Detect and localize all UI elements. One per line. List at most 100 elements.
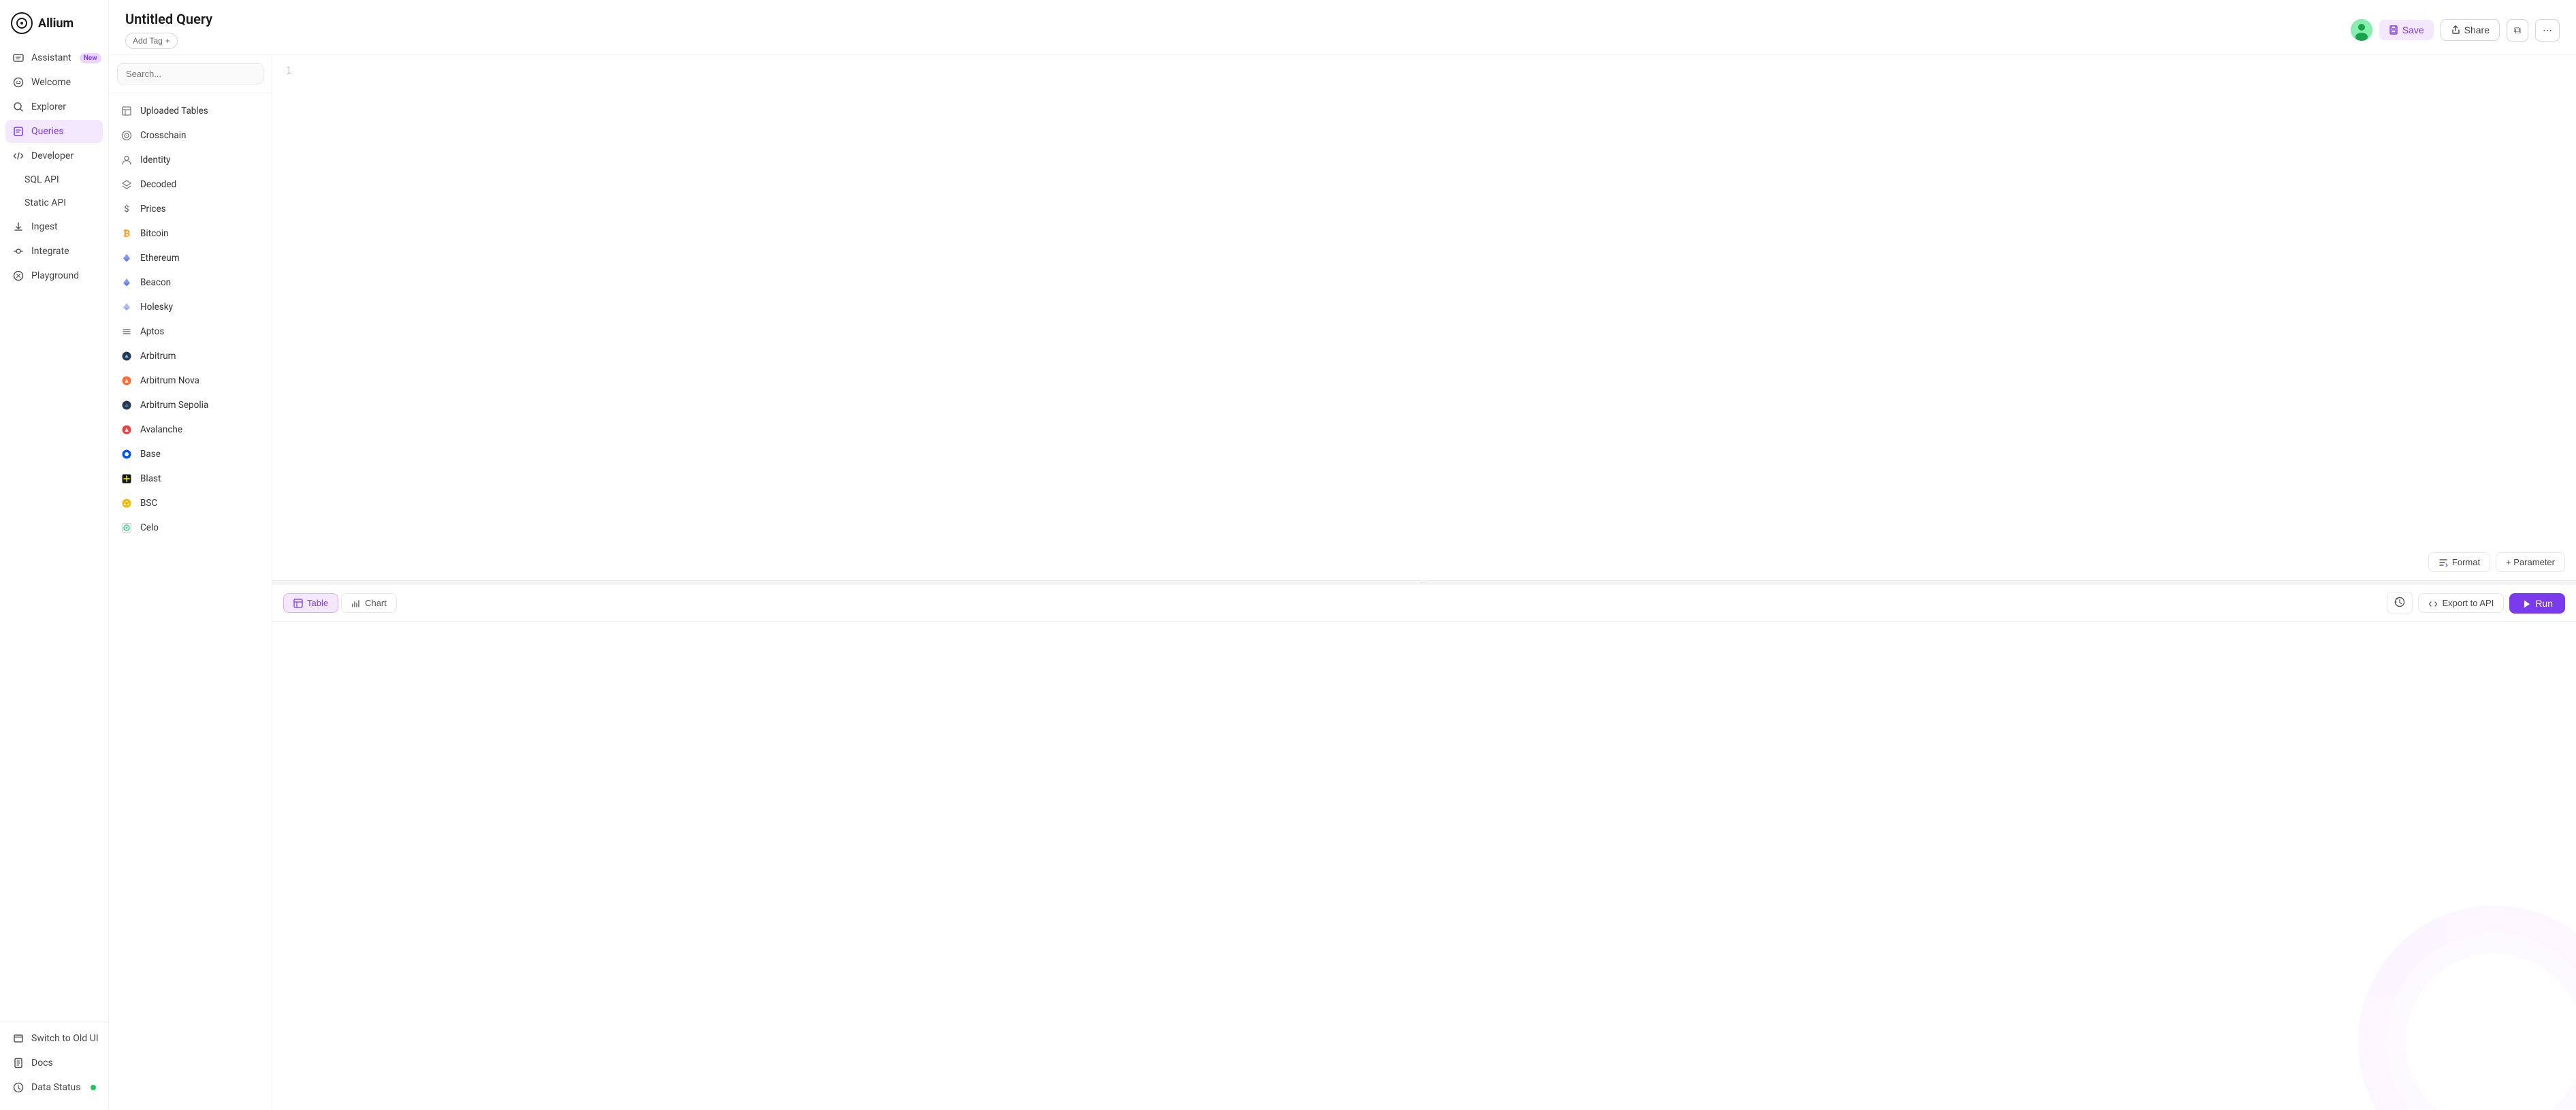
- sidebar-item-docs[interactable]: Docs: [5, 1051, 103, 1075]
- sidebar-item-switch-ui[interactable]: Switch to Old UI: [5, 1027, 103, 1050]
- schema-panel: Uploaded Tables Crosschain Identity: [109, 55, 272, 1110]
- switch-ui-icon: [12, 1032, 25, 1045]
- celo-icon: [120, 521, 133, 535]
- schema-label-uploaded-tables: Uploaded Tables: [140, 106, 208, 116]
- schema-list: Uploaded Tables Crosschain Identity: [109, 93, 272, 1110]
- sidebar-label-playground: Playground: [31, 270, 79, 281]
- data-status-icon: [12, 1081, 25, 1094]
- sidebar: Allium Assistant New Welcome Explorer: [0, 0, 109, 1110]
- share-button[interactable]: Share: [2441, 19, 2500, 41]
- developer-icon: [12, 150, 25, 162]
- schema-label-base: Base: [140, 449, 161, 460]
- schema-item-arbitrum[interactable]: Arbitrum: [109, 344, 272, 368]
- sidebar-item-integrate[interactable]: Integrate: [5, 240, 103, 263]
- sidebar-bottom: Switch to Old UI Docs Data Status: [0, 1021, 108, 1110]
- editor-panel: 1 Format + Parameter ⋯: [272, 55, 2576, 1110]
- schema-label-bitcoin: Bitcoin: [140, 228, 169, 239]
- schema-item-arbitrum-sepolia[interactable]: Arbitrum Sepolia: [109, 393, 272, 417]
- schema-label-arbitrum: Arbitrum: [140, 351, 176, 362]
- schema-item-beacon[interactable]: Beacon: [109, 270, 272, 295]
- sidebar-item-explorer[interactable]: Explorer: [5, 95, 103, 118]
- decoded-icon: [120, 178, 133, 191]
- export-label: Export to API: [2442, 598, 2494, 608]
- results-area: Table Chart Export to API: [272, 585, 2576, 1110]
- format-button[interactable]: Format: [2428, 552, 2490, 572]
- add-tag-plus-icon: +: [165, 36, 170, 46]
- sidebar-item-assistant[interactable]: Assistant New: [5, 46, 103, 69]
- sidebar-item-playground[interactable]: Playground: [5, 264, 103, 287]
- run-label: Run: [2535, 598, 2553, 609]
- schema-label-arbitrum-sepolia: Arbitrum Sepolia: [140, 400, 208, 411]
- crosschain-icon: [120, 129, 133, 142]
- schema-label-identity: Identity: [140, 155, 170, 165]
- playground-icon: [12, 270, 25, 282]
- ingest-icon: [12, 221, 25, 233]
- schema-item-bitcoin[interactable]: ₿ Bitcoin: [109, 221, 272, 246]
- export-api-button[interactable]: Export to API: [2418, 593, 2504, 613]
- sidebar-nav: Assistant New Welcome Explorer Queries: [0, 44, 108, 1021]
- sidebar-item-data-status[interactable]: Data Status: [5, 1076, 103, 1099]
- schema-label-ethereum: Ethereum: [140, 253, 180, 264]
- schema-item-blast[interactable]: Blast: [109, 466, 272, 491]
- more-options-button[interactable]: ⋯: [2535, 19, 2560, 42]
- sidebar-label-docs: Docs: [31, 1058, 53, 1068]
- topbar-left: Untitled Query Add Tag +: [125, 11, 212, 49]
- schema-item-bsc[interactable]: BSC: [109, 491, 272, 516]
- table-tab-icon: [293, 599, 303, 608]
- main-area: Untitled Query Add Tag + Save Share: [109, 0, 2576, 1110]
- sql-editor-input[interactable]: [300, 55, 2576, 580]
- sidebar-label-integrate: Integrate: [31, 246, 69, 257]
- schema-item-base[interactable]: Base: [109, 442, 272, 466]
- sidebar-item-welcome[interactable]: Welcome: [5, 71, 103, 94]
- schema-item-avalanche[interactable]: Avalanche: [109, 417, 272, 442]
- schema-item-decoded[interactable]: Decoded: [109, 172, 272, 197]
- schema-item-prices[interactable]: $ Prices: [109, 197, 272, 221]
- sidebar-label-ingest: Ingest: [31, 221, 58, 232]
- uploaded-tables-icon: [120, 104, 133, 118]
- topbar-right: Save Share ⧉ ⋯: [2351, 19, 2560, 42]
- schema-item-identity[interactable]: Identity: [109, 148, 272, 172]
- history-button[interactable]: [2387, 592, 2413, 614]
- avalanche-icon: [120, 423, 133, 437]
- schema-label-arbitrum-nova: Arbitrum Nova: [140, 375, 199, 386]
- schema-item-ethereum[interactable]: Ethereum: [109, 246, 272, 270]
- sidebar-label-explorer: Explorer: [31, 101, 66, 112]
- share-label: Share: [2464, 25, 2490, 35]
- schema-label-bsc: BSC: [140, 498, 157, 509]
- queries-icon: [12, 125, 25, 138]
- bitcoin-icon: ₿: [120, 227, 133, 240]
- schema-search-input[interactable]: [117, 63, 263, 84]
- schema-item-celo[interactable]: Celo: [109, 516, 272, 540]
- schema-item-holesky[interactable]: Holesky: [109, 295, 272, 319]
- watermark-decoration: [1194, 622, 2576, 1110]
- results-toolbar: Table Chart Export to API: [272, 585, 2576, 622]
- run-button[interactable]: Run: [2509, 593, 2565, 614]
- arbitrum-icon: [120, 349, 133, 363]
- copy-button[interactable]: ⧉: [2507, 19, 2528, 42]
- results-actions: Export to API Run: [2387, 592, 2565, 614]
- sidebar-item-sql-api[interactable]: SQL API: [5, 169, 103, 191]
- chart-tab-icon: [351, 599, 361, 608]
- tab-chart[interactable]: Chart: [341, 593, 397, 613]
- sidebar-label-sql-api: SQL API: [25, 174, 59, 185]
- sidebar-item-queries[interactable]: Queries: [5, 120, 103, 143]
- add-tag-button[interactable]: Add Tag +: [125, 33, 178, 49]
- editor-toolbar: Format + Parameter: [2428, 552, 2565, 572]
- sidebar-label-welcome: Welcome: [31, 77, 71, 88]
- parameter-button[interactable]: + Parameter: [2496, 552, 2565, 572]
- sidebar-item-static-api[interactable]: Static API: [5, 192, 103, 214]
- schema-item-crosschain[interactable]: Crosschain: [109, 123, 272, 148]
- share-icon: [2451, 25, 2460, 35]
- line-number-1: 1: [272, 66, 291, 76]
- sidebar-item-ingest[interactable]: Ingest: [5, 215, 103, 238]
- user-avatar[interactable]: [2351, 19, 2372, 41]
- sidebar-item-developer[interactable]: Developer: [5, 144, 103, 168]
- save-button[interactable]: Save: [2379, 20, 2434, 40]
- schema-item-uploaded-tables[interactable]: Uploaded Tables: [109, 99, 272, 123]
- schema-item-arbitrum-nova[interactable]: Arbitrum Nova: [109, 368, 272, 393]
- line-numbers: 1: [272, 55, 300, 87]
- watermark-globe: [2358, 906, 2576, 1110]
- tab-table[interactable]: Table: [283, 593, 338, 613]
- assistant-icon: [12, 52, 25, 64]
- schema-item-aptos[interactable]: Aptos: [109, 319, 272, 344]
